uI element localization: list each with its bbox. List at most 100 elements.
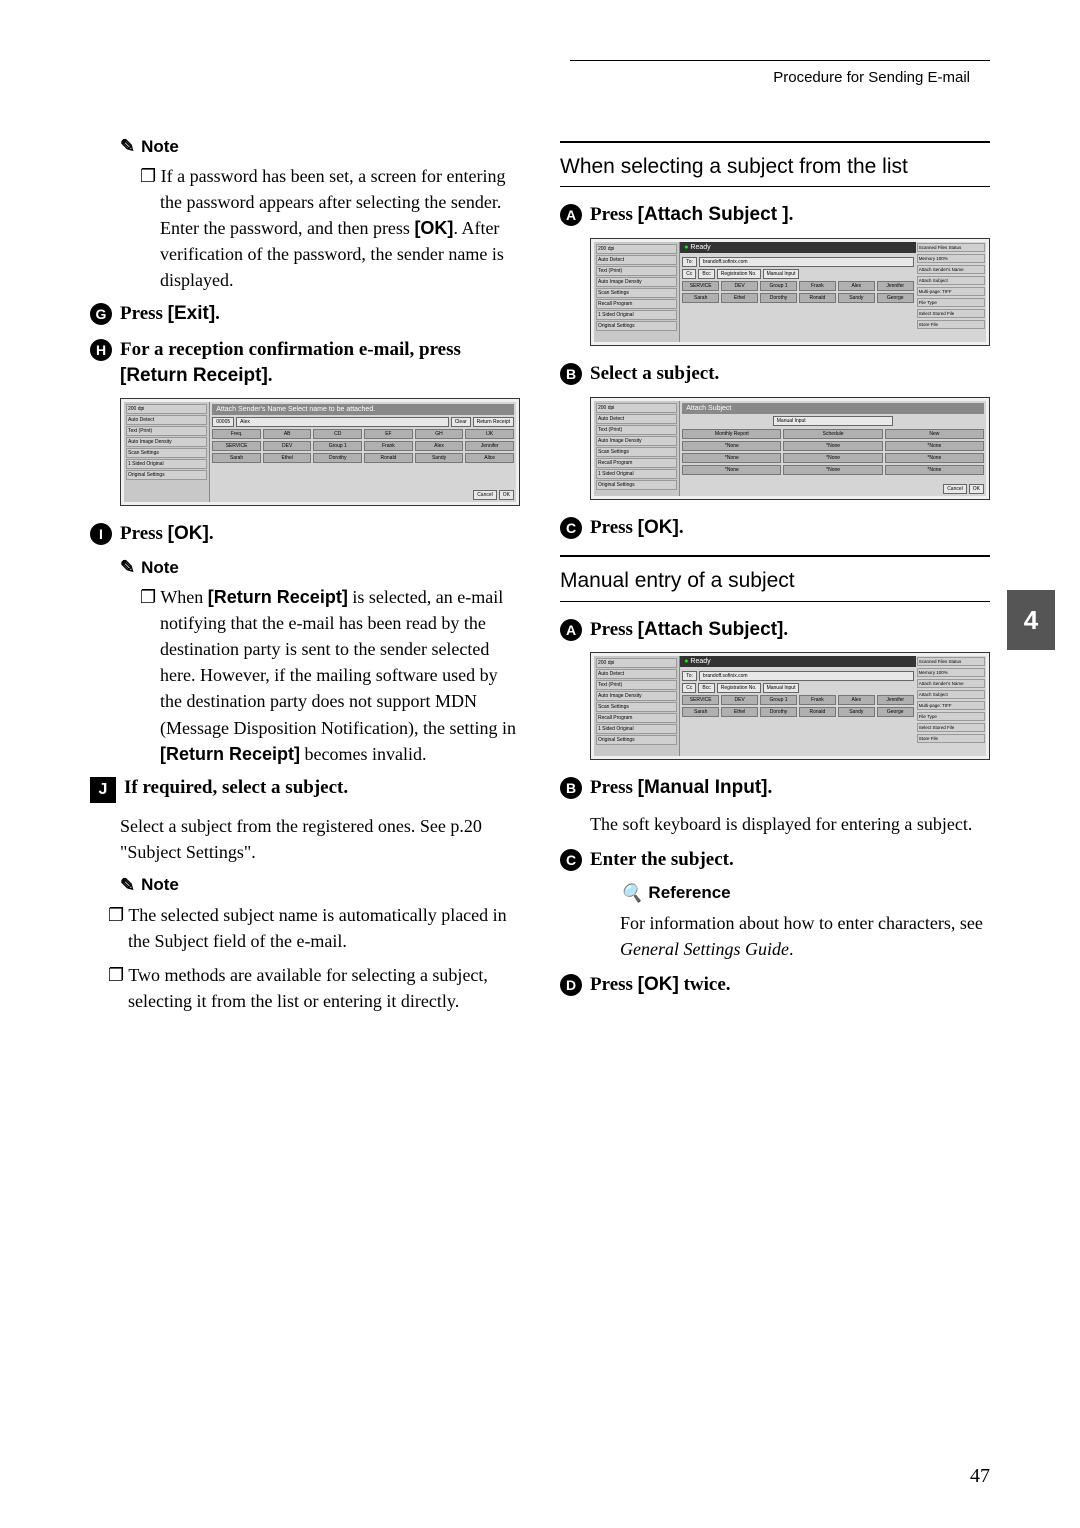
ss-left-item: Recall Program (596, 713, 677, 723)
ss-scanned-status[interactable]: Scanned Files Status (917, 657, 985, 666)
ss-name-cell[interactable]: Ethel (263, 453, 312, 463)
ss-tab[interactable]: GH (415, 429, 464, 439)
ss-name-cell[interactable]: Sarah (212, 453, 261, 463)
ss-subject-item[interactable]: *None (682, 465, 781, 475)
ss-to: To: (682, 257, 697, 267)
s1-step2-text: Select a subject. (590, 361, 719, 387)
ss-manual-input-button[interactable]: Manual Input (763, 683, 800, 693)
ss-attach-subject-button[interactable]: Attach Subject (917, 690, 985, 699)
ss-tab[interactable]: CD (313, 429, 362, 439)
ss-name-cell[interactable]: DEV (263, 441, 312, 451)
ss-name-cell[interactable]: Sandy (415, 453, 464, 463)
ss-subject-item[interactable]: *None (682, 441, 781, 451)
ss-left-item: Text (Print) (596, 425, 677, 435)
ss-name-cell[interactable]: Sandy (838, 707, 875, 717)
ss-cancel-button[interactable]: Cancel (473, 490, 497, 500)
ss-sender-name: Alex (236, 417, 449, 427)
s2-step3: C Enter the subject. (560, 847, 990, 873)
ss-file-type-button[interactable]: File Type (917, 712, 985, 721)
ss-name-cell[interactable]: Ronald (799, 707, 836, 717)
ss-name-cell[interactable]: SERVICE (212, 441, 261, 451)
ss-name-cell[interactable]: Ronald (799, 293, 836, 303)
ss-name-cell[interactable]: Jennifer (877, 695, 914, 705)
ss-name-cell[interactable]: Ethel (721, 293, 758, 303)
ss-cancel-button[interactable]: Cancel (943, 484, 967, 494)
ss-ok-button[interactable]: OK (499, 490, 514, 500)
ss-name-cell[interactable]: Jennifer (465, 441, 514, 451)
ss-name-cell[interactable]: Dorothy (760, 707, 797, 717)
ss-left-item: Original Settings (596, 321, 677, 331)
ss-scanned-status[interactable]: Scanned Files Status (917, 243, 985, 252)
ss-subject-item[interactable]: *None (783, 453, 882, 463)
ss-name-cell[interactable]: Alex (415, 441, 464, 451)
ss-store-file-button[interactable]: Store File (917, 320, 985, 329)
s2-step2: B Press [Manual Input]. (560, 775, 990, 801)
note1-bullet: If a password has been set, a screen for… (140, 163, 520, 293)
ss-name-cell[interactable]: Ronald (364, 453, 413, 463)
ss-name-cell[interactable]: George (877, 293, 914, 303)
ss-manual-input-button[interactable]: Manual Input (773, 416, 894, 426)
ss-name-cell[interactable]: Sarah (682, 707, 719, 717)
ss-tab[interactable]: IJK (465, 429, 514, 439)
ss-name-cell[interactable]: George (877, 707, 914, 717)
ss-tab[interactable]: Freq. (212, 429, 261, 439)
ss-cc[interactable]: Cc (682, 683, 696, 693)
ss-name-cell[interactable]: Group 1 (760, 281, 797, 291)
ss-name-cell[interactable]: Ethel (721, 707, 758, 717)
ss-name-cell[interactable]: Frank (364, 441, 413, 451)
ss-subject-item[interactable]: Schedule (783, 429, 882, 439)
ss-tab[interactable]: AB (263, 429, 312, 439)
ss-subject-item[interactable]: *None (885, 441, 984, 451)
ss-name-cell[interactable]: Frank (799, 695, 836, 705)
ss-name-cell[interactable]: Alex (838, 695, 875, 705)
ss-select-stored-button[interactable]: Select Stored File (917, 309, 985, 318)
ss-name-cell[interactable]: Group 1 (313, 441, 362, 451)
ss-store-file-button[interactable]: Store File (917, 734, 985, 743)
ss-return-receipt-button[interactable]: Return Receipt (473, 417, 514, 427)
ss-name-cell[interactable]: SERVICE (682, 281, 719, 291)
note-heading-3: ✎ Note (120, 875, 520, 896)
ss-name-cell[interactable]: SERVICE (682, 695, 719, 705)
ss-ok-button[interactable]: OK (969, 484, 984, 494)
ss-left-item: Auto Detect (596, 669, 677, 679)
section-divider (560, 555, 990, 557)
right-column: When selecting a subject from the list A… (560, 126, 990, 1022)
ss-left-item: Auto Image Density (596, 277, 677, 287)
ss-file-type-button[interactable]: File Type (917, 298, 985, 307)
screenshot-ready-main-2: 200 dpi Auto Detect Text (Print) Auto Im… (590, 652, 990, 760)
ss-subject-item[interactable]: Monthly Report (682, 429, 781, 439)
ss-regno-button[interactable]: Registration No. (717, 269, 761, 279)
ss-bcc[interactable]: Bcc (698, 683, 714, 693)
ss-name-cell[interactable]: Group 1 (760, 695, 797, 705)
ss-cc[interactable]: Cc (682, 269, 696, 279)
ss-name-cell[interactable]: Alex (838, 281, 875, 291)
ss-subject-item[interactable]: *None (783, 465, 882, 475)
ss-bcc[interactable]: Bcc (698, 269, 714, 279)
ss-name-cell[interactable]: Dorothy (760, 293, 797, 303)
ss-name-cell[interactable]: Frank (799, 281, 836, 291)
ss-manual-input-button[interactable]: Manual Input (763, 269, 800, 279)
note2-bullet: When [Return Receipt] is selected, an e-… (140, 584, 520, 767)
ss-attach-sender-button[interactable]: Attach Sender's Name (917, 679, 985, 688)
ss-attach-sender-button[interactable]: Attach Sender's Name (917, 265, 985, 274)
ss-subject-item[interactable]: *None (783, 441, 882, 451)
ss-name-cell[interactable]: Alice (465, 453, 514, 463)
ss-subject-item[interactable]: New (885, 429, 984, 439)
section-divider-thin (560, 186, 990, 187)
ss-name-cell[interactable]: DEV (721, 281, 758, 291)
step-number-icon: B (560, 363, 582, 385)
step-number-icon: A (560, 204, 582, 226)
ss-select-stored-button[interactable]: Select Stored File (917, 723, 985, 732)
ss-subject-item[interactable]: *None (885, 465, 984, 475)
ss-subject-item[interactable]: *None (885, 453, 984, 463)
ss-regno-button[interactable]: Registration No. (717, 683, 761, 693)
ss-name-cell[interactable]: Jennifer (877, 281, 914, 291)
ss-name-cell[interactable]: Sarah (682, 293, 719, 303)
ss-name-cell[interactable]: DEV (721, 695, 758, 705)
ss-name-cell[interactable]: Dorothy (313, 453, 362, 463)
ss-attach-subject-button[interactable]: Attach Subject (917, 276, 985, 285)
ss-clear-button[interactable]: Clear (451, 417, 471, 427)
ss-subject-item[interactable]: *None (682, 453, 781, 463)
ss-tab[interactable]: EF (364, 429, 413, 439)
ss-name-cell[interactable]: Sandy (838, 293, 875, 303)
